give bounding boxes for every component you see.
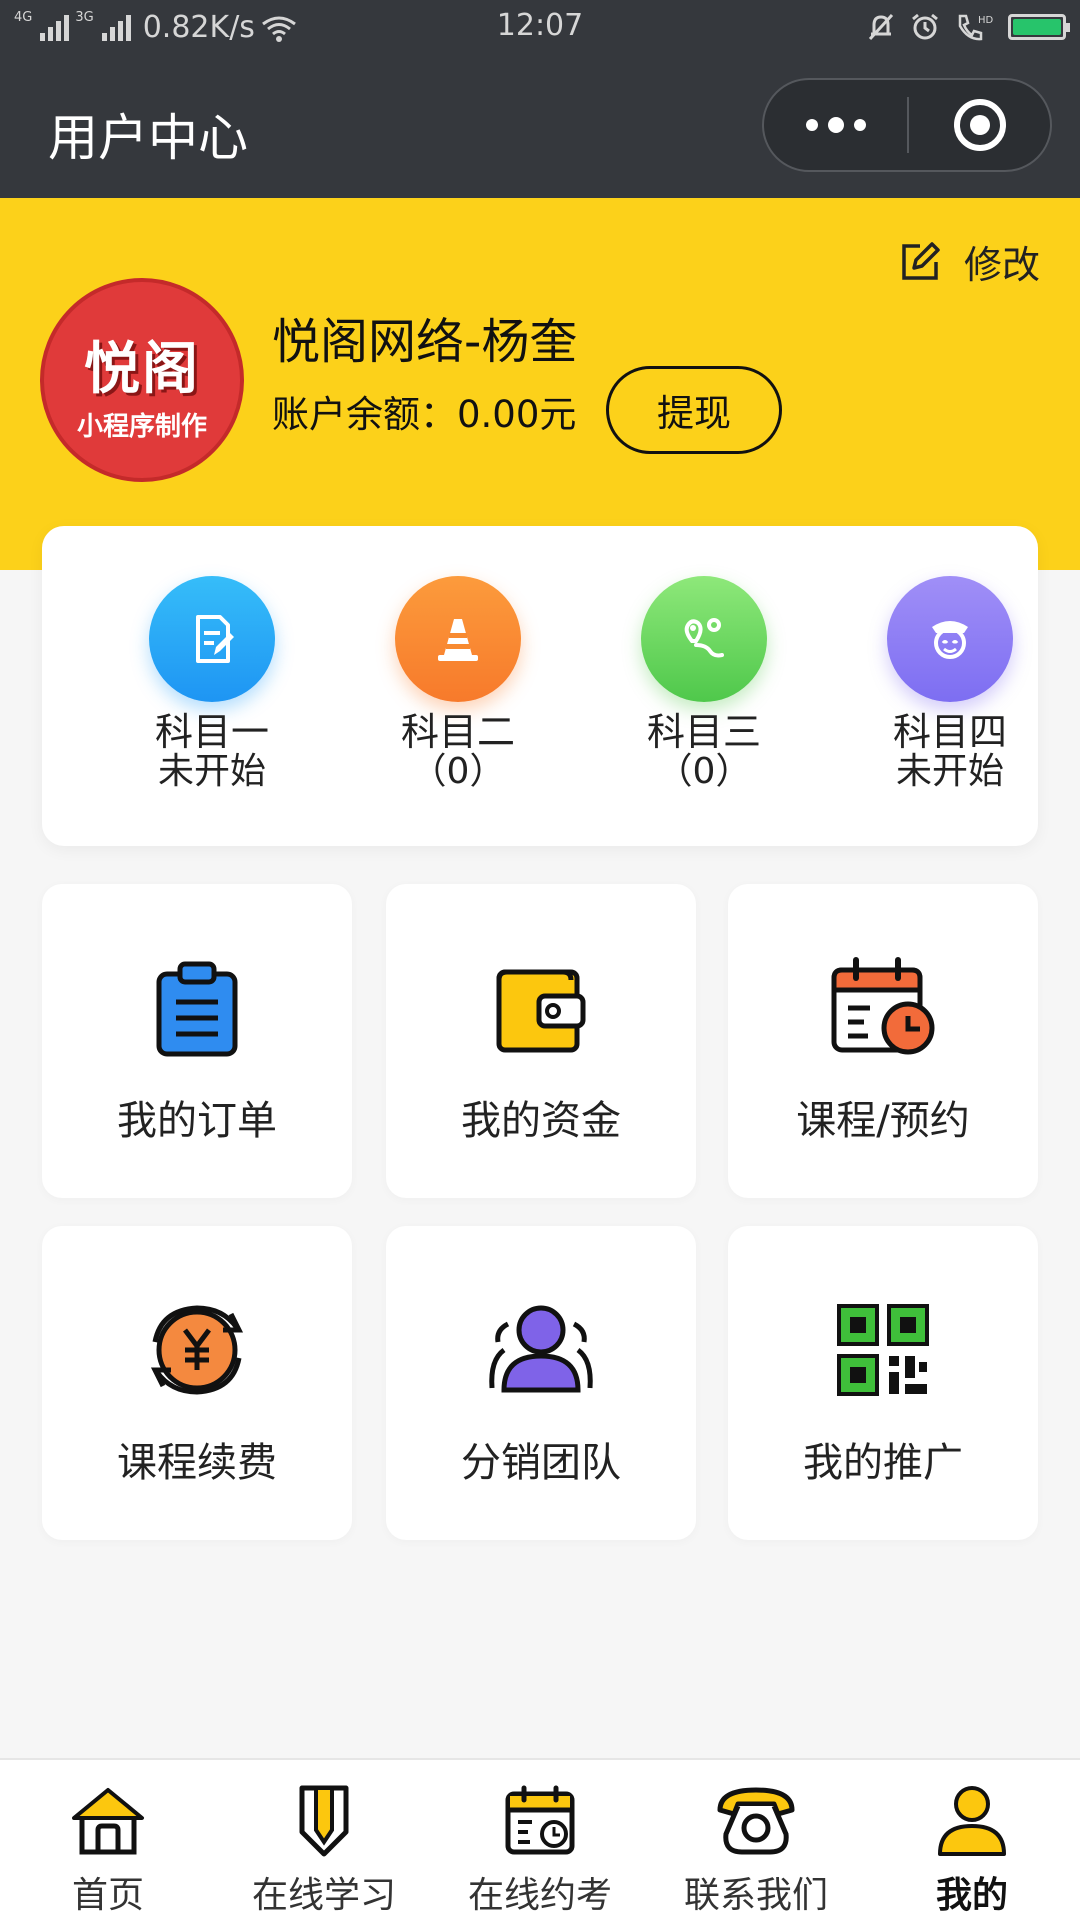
tile-label: 我的资金 [461,1098,621,1144]
tab-label: 在线约考 [467,1875,612,1916]
qr-code-icon [728,1300,1038,1400]
tile-label: 我的订单 [117,1098,277,1144]
subject-label: 科目二 [400,710,515,754]
home-icon [0,1780,216,1860]
tab-label: 我的 [935,1875,1008,1916]
more-dot-icon [827,117,844,133]
profile-header: 修改 悦阁 小程序制作 悦阁网络-杨奎 账户余额：0.00元 提现 [0,198,1080,570]
subject-item-3[interactable]: 科目三 （0） [604,576,804,792]
tab-online-study[interactable]: 在线学习 [216,1760,432,1920]
tile-label: 分销团队 [461,1440,621,1486]
user-name: 悦阁网络-杨奎 [272,314,578,370]
yuan-renew-icon [42,1300,352,1400]
mute-icon [868,13,894,41]
team-icon [386,1300,696,1400]
menu-tile-courses[interactable]: 课程/预约 [728,884,1038,1198]
tile-label: 课程续费 [117,1440,277,1486]
battery-icon [1008,14,1070,40]
subject-item-1[interactable]: 科目一 未开始 [112,576,312,792]
withdraw-button[interactable]: 提现 [606,366,782,454]
target-icon [953,99,1006,151]
svg-text:HD: HD [978,15,994,26]
traffic-cone-icon [395,576,521,702]
user-icon [864,1780,1080,1860]
telephone-icon [648,1780,864,1860]
calendar-icon [432,1780,648,1860]
close-button[interactable] [909,80,1050,170]
status-bar: 4G 3G 0.82K/s 12:07 HD [0,0,1080,58]
edit-profile-button[interactable]: 修改 [898,234,1040,289]
exam-paper-icon [149,576,275,702]
mini-program-capsule [762,78,1052,172]
tile-label: 课程/预约 [796,1098,970,1144]
route-map-icon [641,576,767,702]
subject-status: （0） [410,751,506,792]
subject-status: 未开始 [895,751,1004,792]
tab-label: 联系我们 [683,1875,828,1916]
subject-item-2[interactable]: 科目二 （0） [358,576,558,792]
officer-icon [887,576,1013,702]
avatar-logo-subtext: 小程序制作 [76,412,207,442]
hd-call-icon: HD [958,14,994,41]
subject-label: 科目一 [154,710,269,754]
subject-status: 未开始 [157,751,266,792]
edit-label: 修改 [963,243,1040,287]
tab-online-exam[interactable]: 在线约考 [432,1760,648,1920]
pencil-icon [216,1780,432,1860]
menu-tile-funds[interactable]: 我的资金 [386,884,696,1198]
tile-label: 我的推广 [803,1440,963,1486]
status-right: HD [866,12,1070,42]
wallet-icon [386,958,696,1058]
menu-tile-renewal[interactable]: 课程续费 [42,1226,352,1540]
subject-item-4[interactable]: 科目四 未开始 [850,576,1050,792]
nav-bar: 用户中心 [0,58,1080,198]
avatar-logo-text: 悦阁 [84,337,200,402]
tab-contact-us[interactable]: 联系我们 [648,1760,864,1920]
subject-card: 科目一 未开始 科目二 （0） 科目三 （0） 科目四 未开始 [42,526,1038,846]
menu-tile-team[interactable]: 分销团队 [386,1226,696,1540]
calendar-clock-icon [728,957,1038,1058]
tab-label: 首页 [71,1875,144,1916]
edit-icon [902,241,940,280]
alarm-icon [912,13,938,40]
more-dot-icon [853,119,866,131]
more-dot-icon [805,119,818,131]
tab-bar: 首页 在线学习 在线约考 联系我们 我的 [0,1758,1080,1920]
tab-label: 在线学习 [251,1875,396,1916]
subject-label: 科目四 [892,710,1007,754]
account-balance: 账户余额：0.00元 [272,393,577,436]
tab-mine[interactable]: 我的 [864,1760,1080,1920]
menu-tile-orders[interactable]: 我的订单 [42,884,352,1198]
avatar[interactable]: 悦阁 小程序制作 [40,278,244,482]
page-title: 用户中心 [48,109,248,167]
clipboard-icon [42,958,352,1058]
subject-label: 科目三 [646,710,761,754]
tab-home[interactable]: 首页 [0,1760,216,1920]
more-button[interactable] [764,80,907,170]
subject-status: （0） [656,751,752,792]
menu-tile-promotion[interactable]: 我的推广 [728,1226,1038,1540]
